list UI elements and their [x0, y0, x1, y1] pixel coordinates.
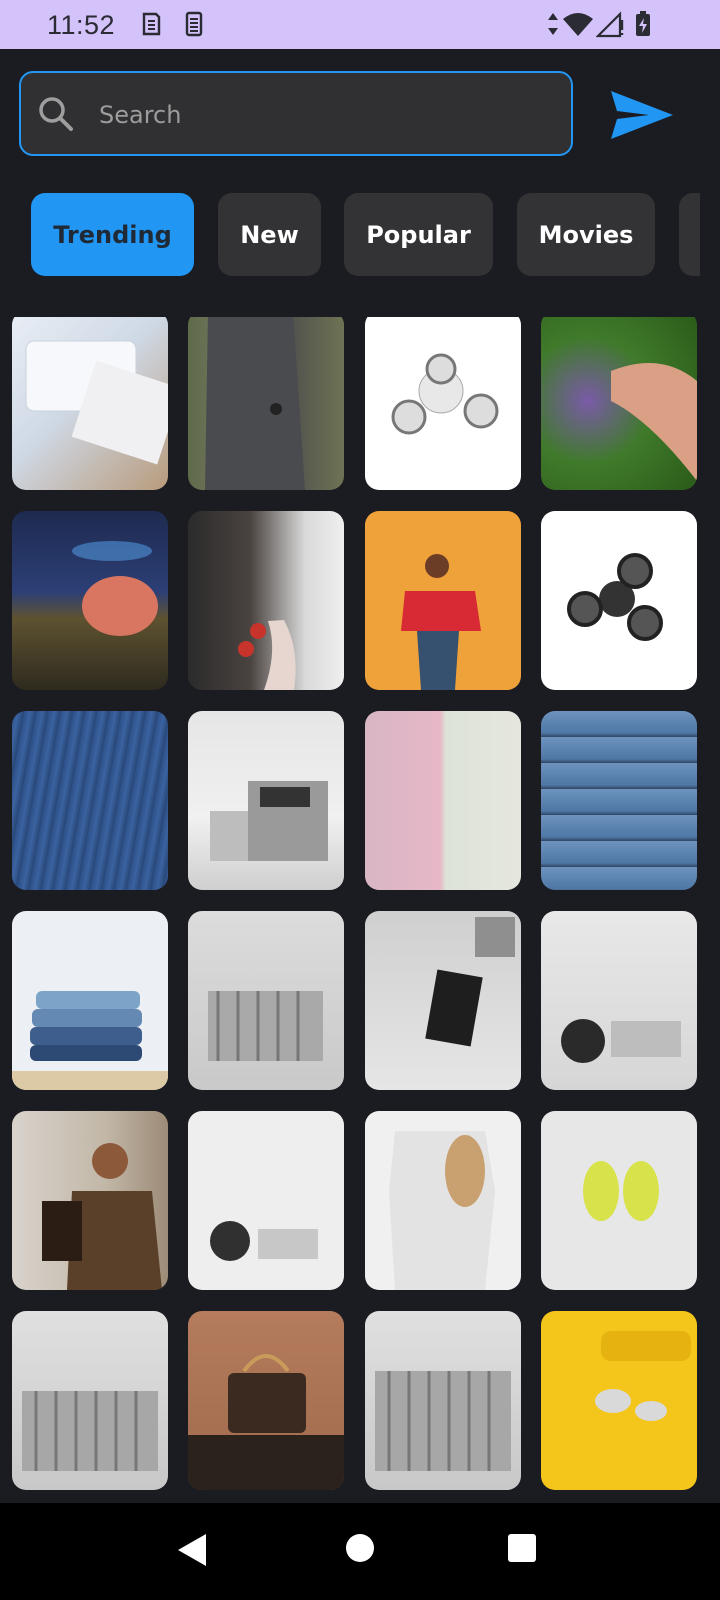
white-fidget-spinner-photo-icon	[391, 353, 499, 435]
image-grid	[0, 317, 720, 1503]
woman-red-sweater-photo-icon	[401, 554, 481, 690]
leather-handbag-photo-icon	[188, 1354, 344, 1490]
navigation-bar	[0, 1503, 720, 1600]
send-icon	[611, 91, 673, 139]
recents-square-icon	[508, 1534, 536, 1562]
man-with-backpack-photo-icon	[42, 1143, 162, 1290]
home-circle-icon	[346, 1534, 374, 1562]
grid-item-20[interactable]	[541, 1111, 697, 1290]
yellow-slides-photo-icon	[583, 1161, 659, 1221]
cell-signal-icon	[595, 10, 626, 42]
yellow-accessories-photo-icon	[595, 1331, 691, 1421]
magazine-rack-photo-2-icon	[22, 1391, 158, 1471]
grid-item-18[interactable]	[188, 1111, 344, 1290]
chip-popular[interactable]: Popular	[344, 193, 493, 276]
wifi-icon	[562, 10, 594, 42]
grid-item-12[interactable]	[541, 711, 697, 890]
battery-saver-icon	[184, 10, 204, 42]
back-triangle-icon	[178, 1534, 206, 1566]
magazine-stack-photo-icon	[210, 781, 328, 861]
grid-item-3[interactable]	[365, 317, 521, 490]
grid-item-5[interactable]	[12, 511, 168, 690]
grid-item-24[interactable]	[541, 1311, 697, 1490]
magazine-rack-photo-3-icon	[375, 1371, 511, 1471]
grid-item-10[interactable]	[188, 711, 344, 890]
sim-icon	[140, 10, 162, 42]
chip-new[interactable]: New	[218, 193, 321, 276]
recents-button[interactable]	[507, 1533, 537, 1567]
laptop-keyboard-photo-icon	[25, 340, 168, 465]
status-bar: 11:52	[0, 0, 720, 49]
grid-item-17[interactable]	[12, 1111, 168, 1290]
battery-charging-icon	[634, 10, 652, 42]
category-chips: Trending New Popular Movies	[0, 193, 700, 277]
grid-item-15[interactable]	[365, 911, 521, 1090]
grid-item-2[interactable]	[188, 317, 344, 490]
grid-item-22[interactable]	[188, 1311, 344, 1490]
status-time: 11:52	[47, 10, 116, 40]
black-fidget-spinner-photo-icon	[567, 553, 663, 641]
chip-movies[interactable]: Movies	[517, 193, 655, 276]
man-in-suit-photo-icon	[205, 317, 305, 490]
mannequin-photo-icon	[389, 1131, 495, 1290]
round-mirror-decor-photo-icon	[561, 1019, 681, 1063]
grid-item-11[interactable]	[365, 711, 521, 890]
grid-item-7[interactable]	[365, 511, 521, 690]
grid-item-23[interactable]	[365, 1311, 521, 1490]
data-arrows-icon	[546, 10, 560, 42]
grid-item-13[interactable]	[12, 911, 168, 1090]
grid-item-6[interactable]	[188, 511, 344, 690]
home-button[interactable]	[344, 1532, 376, 1568]
hair-and-red-spinner-photo-icon	[238, 620, 296, 690]
grid-item-21[interactable]	[12, 1311, 168, 1490]
search-box[interactable]	[19, 71, 573, 156]
chip-more[interactable]	[679, 193, 700, 276]
chip-trending[interactable]: Trending	[31, 193, 194, 276]
mirror-and-magazine-photo-icon	[425, 917, 515, 1047]
search-icon	[37, 95, 75, 137]
grid-item-9[interactable]	[12, 711, 168, 890]
grid-item-19[interactable]	[365, 1111, 521, 1290]
jeans-stack-photo-icon	[12, 991, 168, 1090]
send-button[interactable]	[609, 89, 675, 141]
hand-spinning-fidget-photo-icon	[611, 363, 697, 481]
grid-item-4[interactable]	[541, 317, 697, 490]
grid-item-16[interactable]	[541, 911, 697, 1090]
back-button[interactable]	[176, 1532, 208, 1572]
grid-item-14[interactable]	[188, 911, 344, 1090]
spinner-on-finger-photo-icon	[72, 541, 158, 636]
white-decor-photo-icon	[210, 1221, 318, 1261]
magazine-rack-photo-icon	[208, 991, 323, 1061]
search-input[interactable]	[97, 73, 561, 156]
grid-item-8[interactable]	[541, 511, 697, 690]
grid-item-1[interactable]	[12, 317, 168, 490]
